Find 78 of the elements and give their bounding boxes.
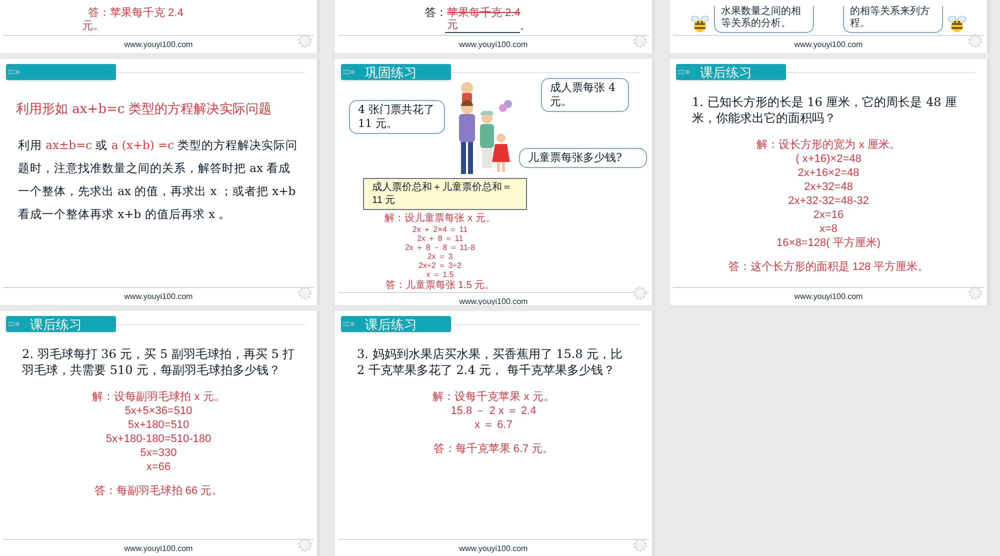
speech-bubble: 成人票每张 4 元。 bbox=[541, 78, 629, 112]
equation-line: x ＝ 6.7 bbox=[474, 418, 512, 432]
solution-setup: 解：设每千克苹果 x 元。 bbox=[432, 390, 554, 404]
answer-text: 苹果每千克 2.4 bbox=[447, 7, 520, 19]
tip-bubble: 的相等关系来列方 程。 bbox=[843, 6, 943, 33]
solution-setup: 解：设长方形的宽为 x 厘米。 bbox=[756, 138, 900, 152]
question-text: 3. 妈妈到水果店买水果，买香蕉用了 15.8 元，比 2 千克苹果多花了 2.4 元， 每千克苹果多少钱？ bbox=[357, 346, 624, 378]
solution-setup: 解：设儿童票每张 x 元。 bbox=[384, 213, 496, 225]
answer-text: 答：苹果每千克 2.4 bbox=[87, 7, 184, 20]
tab-title: 课后练习 bbox=[365, 318, 417, 330]
equation-line: 16×8=128( 平方厘米) bbox=[776, 236, 880, 250]
tip-bubble: 水果数量之间的相 等关系的分析。 bbox=[714, 6, 814, 33]
lines-icon bbox=[343, 69, 355, 75]
footer-url: www.youyi100.com bbox=[459, 298, 528, 305]
relation-box: 成人票价总和＋儿童票价总和＝ 11 元 bbox=[363, 178, 527, 210]
equation-line: x=66 bbox=[146, 460, 171, 474]
slide-thumbnail[interactable]: 答：苹果每千克 2.4 元。 www.youyi100.com bbox=[0, 0, 320, 53]
slide-thumbnail[interactable]: 答：苹果每千克 2.4 元 。 www.youyi100.com bbox=[335, 0, 655, 53]
equation-line: 2x=16 bbox=[813, 208, 844, 222]
footer-url: www.youyi100.com bbox=[794, 40, 863, 48]
equation-line: x=8 bbox=[819, 222, 838, 236]
footer-url: www.youyi100.com bbox=[124, 544, 193, 552]
answer-text: 答：儿童票每张 1.5 元。 bbox=[385, 280, 495, 292]
slide-thumbnail[interactable]: 水果数量之间的相 等关系的分析。 的相等关系来列方 程。 www.youyi100.com bbox=[670, 0, 990, 53]
equation-line: 2x+16×2=48 bbox=[798, 166, 860, 180]
speech-bubble: 儿童票每张多少钱? bbox=[519, 148, 647, 168]
tab-title: 课后练习 bbox=[30, 318, 82, 330]
slide-thumbnail[interactable]: 课后练习 3. 妈妈到水果店买水果，买香蕉用了 15.8 元，比 2 千克苹果多花了 2.4 元， 每千克苹果多少钱？ 解：设每千克苹果 x 元。 15.8 － 2 x ＝ 2.4 x ＝ 6.7 答：每千克苹果 6.7 元。 www.youyi100.com bbox=[335, 311, 655, 556]
equation-line: x ＝ 1.5 bbox=[426, 270, 454, 279]
slide-thumbnail[interactable]: 课后练习 2. 羽毛球每打 36 元，买 5 副羽毛球拍，再买 5 打羽毛球，共需要 510 元，每副羽毛球拍多少钱？ 解：设每副羽毛球拍 x 元。 5x+5×36=510 5x+180=510 5x+180-180=510-180 5x=330 x=66 答：每副羽毛球拍 66 元。 www.youyi100.com bbox=[0, 311, 320, 556]
question-text: 1. 已知长方形的长是 16 厘米，它的周长是 48 厘米，你能求出它的面积吗？ bbox=[692, 94, 958, 126]
gear-icon bbox=[297, 33, 313, 49]
tab-title: 巩固练习 bbox=[365, 66, 417, 78]
equation-line: 5x+180-180=510-180 bbox=[106, 432, 212, 446]
lines-icon bbox=[678, 69, 690, 75]
solution-setup: 解：设每副羽毛球拍 x 元。 bbox=[92, 390, 225, 404]
gear-icon bbox=[632, 33, 648, 49]
equation-line: 2x ＋ 2×4 ＝ 11 bbox=[412, 225, 468, 234]
footer-url: www.youyi100.com bbox=[794, 292, 863, 300]
footer-url: www.youyi100.com bbox=[459, 40, 528, 48]
question-text: 2. 羽毛球每打 36 元，买 5 副羽毛球拍，再买 5 打羽毛球，共需要 510 元，每副羽毛球拍多少钱？ bbox=[22, 346, 295, 378]
gear-icon bbox=[297, 537, 313, 553]
answer-text: 答：每千克苹果 6.7 元。 bbox=[433, 442, 554, 456]
tab-title: 课后练习 bbox=[700, 66, 752, 78]
slide-thumbnail[interactable]: 利用形如 ax+b=c 类型的方程解决实际问题 利用 ax±b=c 或 a (x+b) =c 类型的方程解决实际问题时，注意找准数量之间的关系，解答时把 ax 看成一个整体，先求出 ax 的值，再求出 x ；或者把 x+b 看成一个整体再求 x+b 的值后再求 x 。 www.youyi100.com bbox=[0, 59, 320, 305]
answer-label: 答： bbox=[425, 7, 447, 20]
equation-line: ( x+16)×2=48 bbox=[796, 152, 862, 166]
answer-text: 答：这个长方形的面积是 128 平方厘米。 bbox=[728, 260, 929, 274]
footer-url: www.youyi100.com bbox=[459, 544, 528, 552]
slide-thumbnail[interactable]: 巩固练习 4 张门票共花了 11 元。 成人票每张 4 元。 儿童票每张多少钱? 成人票价总和＋儿童票价总和＝ 11 元 解：设儿童票每张 x 元。 2x ＋ 2×4 ＝ 11 2x ＋ 8 ＝ 11 2x ＋ 8 － 8 ＝ 11-8 2x ＝ 3 2x÷2 ＝ 3÷2 x ＝ 1.5 答：儿童票每张 1.5 元。 www.youyi100.com bbox=[335, 59, 655, 305]
equation-line: 5x+5×36=510 bbox=[124, 404, 192, 418]
equation-line: 15.8 － 2 x ＝ 2.4 bbox=[450, 404, 536, 418]
lines-icon bbox=[8, 69, 20, 75]
period-mark: 。 bbox=[520, 20, 530, 33]
answer-text: 答：每副羽毛球拍 66 元。 bbox=[94, 484, 223, 498]
gear-icon bbox=[297, 285, 313, 301]
footer-url: www.youyi100.com bbox=[124, 40, 193, 48]
gear-icon bbox=[967, 33, 983, 49]
equation-line: 2x ＋ 8 ＝ 11 bbox=[416, 234, 464, 243]
gear-icon bbox=[967, 285, 983, 301]
footer-url: www.youyi100.com bbox=[124, 292, 193, 300]
lines-icon bbox=[8, 321, 20, 327]
slide-thumbnail[interactable]: 课后练习 1. 已知长方形的长是 16 厘米，它的周长是 48 厘米，你能求出它的面积吗？ 解：设长方形的宽为 x 厘米。 ( x+16)×2=48 2x+16×2=48 2x+32=48 2x+32-32=48-32 2x=16 x=8 16×8=128( 平方厘米) 答：这个长方形的面积是 128 平方厘米。 www.youyi100.com bbox=[670, 59, 990, 305]
unit-text: 元 bbox=[446, 20, 458, 32]
lines-icon bbox=[343, 321, 355, 327]
equation-line: 2x+32=48 bbox=[804, 180, 853, 194]
answer-text: 元。 bbox=[82, 20, 105, 33]
body-paragraph: 利用 ax±b=c 或 a (x+b) =c 类型的方程解决实际问题时，注意找准数量之间的关系，解答时把 ax 看成一个整体，先求出 ax 的值，再求出 x ；或者把 x+b 看成一个整体再求 x+b 的值后再求 x 。 bbox=[17, 137, 299, 223]
gear-icon bbox=[632, 285, 648, 301]
equation-line: 5x+180=510 bbox=[128, 418, 190, 432]
equation-line: 5x=330 bbox=[140, 446, 177, 460]
equation-line: 2x÷2 ＝ 3÷2 bbox=[418, 261, 462, 270]
equation-line: 2x ＝ 3 bbox=[427, 252, 453, 261]
equation-line: 2x ＋ 8 － 8 ＝ 11-8 bbox=[404, 243, 476, 252]
gear-icon bbox=[632, 537, 648, 553]
equation-line: 2x+32-32=48-32 bbox=[788, 194, 869, 208]
slide-title: 利用形如 ax+b=c 类型的方程解决实际问题 bbox=[16, 102, 273, 118]
speech-bubble: 4 张门票共花了 11 元。 bbox=[349, 100, 445, 134]
